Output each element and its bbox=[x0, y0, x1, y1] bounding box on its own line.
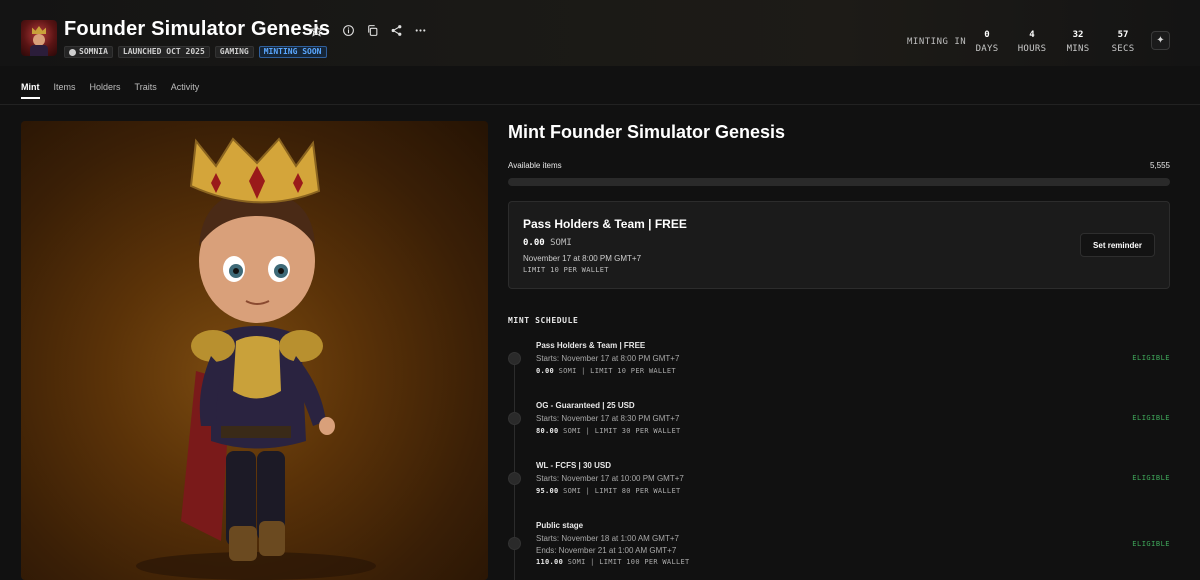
schedule-item-name: Pass Holders & Team | FREE bbox=[536, 341, 646, 350]
tabs-divider bbox=[0, 104, 1200, 105]
countdown-days: 0 DAYS bbox=[975, 30, 999, 54]
launch-date-badge: LAUNCHED OCT 2025 bbox=[117, 46, 210, 58]
current-stage-card: Pass Holders & Team | FREE 0.00 SOMI Nov… bbox=[508, 201, 1170, 289]
schedule-item-name: OG - Guaranteed | 25 USD bbox=[536, 401, 635, 410]
sparkle-button[interactable]: ✦ bbox=[1151, 31, 1170, 50]
schedule-item-price: 110.00 SOMI | LIMIT 100 PER WALLET bbox=[536, 558, 690, 566]
timeline-node bbox=[508, 412, 521, 425]
status-badge: MINTING SOON bbox=[258, 46, 327, 58]
star-icon[interactable] bbox=[308, 22, 324, 38]
schedule-item-start: Starts: November 17 at 8:30 PM GMT+7 bbox=[536, 414, 680, 423]
stage-name: Pass Holders & Team | FREE bbox=[523, 217, 687, 231]
minting-in-label: MINTING IN bbox=[907, 37, 967, 47]
eligible-badge: ELIGIBLE bbox=[1132, 414, 1170, 422]
schedule-item-end: Ends: November 21 at 1:00 AM GMT+7 bbox=[536, 546, 677, 555]
stage-limit: LIMIT 10 PER WALLET bbox=[523, 266, 609, 274]
schedule-item-name: Public stage bbox=[536, 521, 584, 530]
countdown-secs: 57 SECS bbox=[1111, 30, 1135, 54]
schedule-item-start: Starts: November 18 at 1:00 AM GMT+7 bbox=[536, 534, 679, 543]
category-badge[interactable]: GAMING bbox=[214, 46, 254, 58]
mint-title: Mint Founder Simulator Genesis bbox=[508, 122, 786, 142]
set-reminder-button[interactable]: Set reminder bbox=[1080, 233, 1155, 257]
eligible-badge: ELIGIBLE bbox=[1132, 474, 1170, 482]
collection-avatar bbox=[21, 20, 57, 56]
schedule-item-start: Starts: November 17 at 8:00 PM GMT+7 bbox=[536, 354, 680, 363]
sparkle-icon: ✦ bbox=[1156, 35, 1165, 46]
timeline-node bbox=[508, 352, 521, 365]
eligible-badge: ELIGIBLE bbox=[1132, 540, 1170, 548]
mint-progress-bar bbox=[508, 178, 1170, 186]
countdown-mins: 32 MINS bbox=[1066, 30, 1090, 54]
collection-badges: SOMNIA LAUNCHED OCT 2025 GAMING MINTING … bbox=[64, 46, 327, 58]
stage-date: November 17 at 8:00 PM GMT+7 bbox=[523, 254, 642, 263]
copy-icon[interactable] bbox=[364, 22, 380, 38]
timeline-node bbox=[508, 472, 521, 485]
schedule-item-price: 0.00 SOMI | LIMIT 10 PER WALLET bbox=[536, 367, 676, 375]
tab-holders[interactable]: Holders bbox=[90, 82, 121, 99]
share-icon[interactable] bbox=[388, 22, 404, 38]
tab-activity[interactable]: Activity bbox=[171, 82, 200, 99]
collection-title: Founder Simulator Genesis bbox=[64, 18, 331, 40]
tab-traits[interactable]: Traits bbox=[135, 82, 157, 99]
tab-items[interactable]: Items bbox=[54, 82, 76, 99]
tab-mint[interactable]: Mint bbox=[21, 82, 40, 99]
collection-tabs: Mint Items Holders Traits Activity bbox=[21, 82, 199, 99]
schedule-title: MINT SCHEDULE bbox=[508, 316, 579, 325]
schedule-item-start: Starts: November 17 at 10:00 PM GMT+7 bbox=[536, 474, 684, 483]
chain-badge[interactable]: SOMNIA bbox=[64, 46, 113, 58]
eligible-badge: ELIGIBLE bbox=[1132, 354, 1170, 362]
timeline-node bbox=[508, 537, 521, 550]
schedule-item-price: 95.00 SOMI | LIMIT 80 PER WALLET bbox=[536, 487, 681, 495]
stage-price: 0.00 SOMI bbox=[523, 238, 572, 248]
more-icon[interactable] bbox=[412, 22, 428, 38]
collection-artwork bbox=[21, 121, 488, 580]
schedule-item-price: 80.00 SOMI | LIMIT 30 PER WALLET bbox=[536, 427, 681, 435]
available-items-count: 5,555 bbox=[1149, 161, 1170, 170]
network-icon bbox=[69, 48, 76, 56]
countdown-hours: 4 HOURS bbox=[1017, 30, 1047, 54]
collection-header: Founder Simulator Genesis SOMNIA LAUNCHE… bbox=[0, 0, 1200, 66]
info-icon[interactable] bbox=[340, 22, 356, 38]
schedule-item-name: WL - FCFS | 30 USD bbox=[536, 461, 611, 470]
available-items-label: Available items bbox=[508, 161, 562, 170]
